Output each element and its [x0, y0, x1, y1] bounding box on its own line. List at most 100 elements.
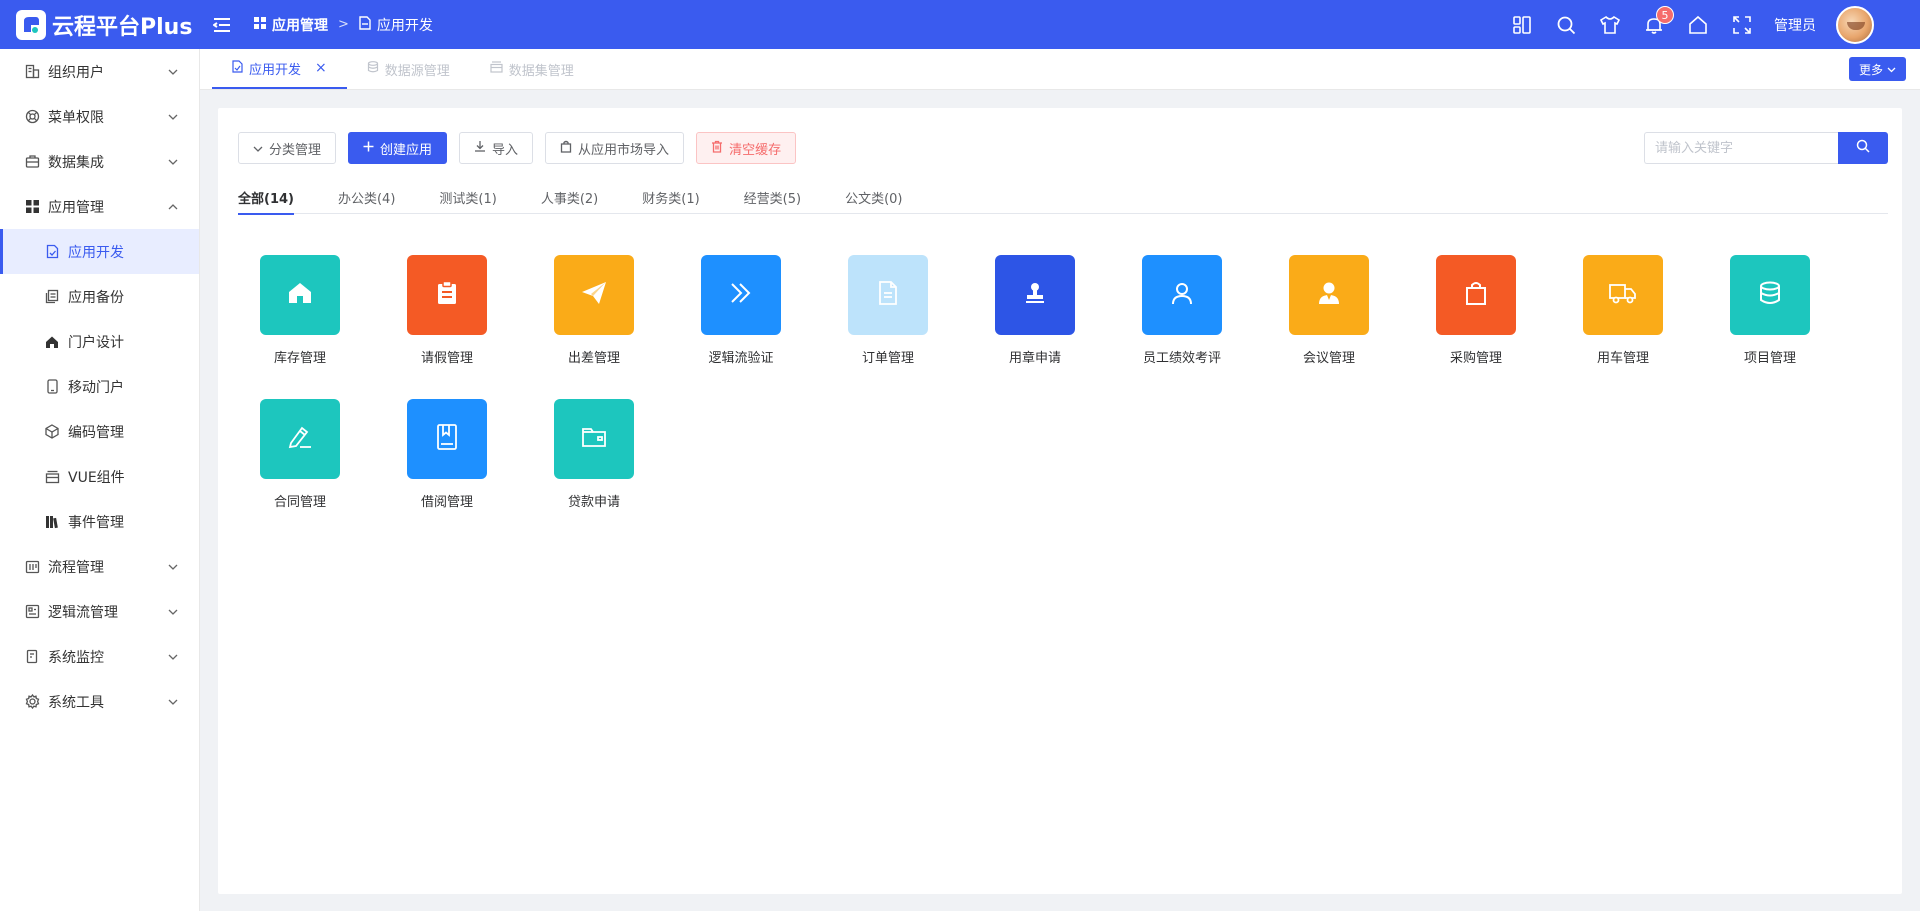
stamp-icon: [1023, 281, 1047, 309]
app-card[interactable]: 逻辑流验证: [701, 255, 848, 399]
app-card[interactable]: 采购管理: [1436, 255, 1583, 399]
app-name: 逻辑流验证: [708, 351, 774, 366]
breadcrumb-item-app-dev[interactable]: 应用开发: [359, 15, 433, 35]
shirt-icon[interactable]: [1588, 0, 1632, 49]
app-card[interactable]: 请假管理: [407, 255, 554, 399]
category-tabs: 全部(14) 办公类(4) 测试类(1) 人事类(2) 财务类(1) 经营类(5…: [238, 180, 1888, 215]
wallet-icon: [581, 426, 607, 452]
truck-icon: [1609, 282, 1637, 308]
app-card[interactable]: 出差管理: [554, 255, 701, 399]
tab-test[interactable]: 测试类(1): [439, 180, 496, 214]
search-input[interactable]: [1644, 132, 1838, 164]
sidebar-item-logic-flow-management[interactable]: 逻辑流管理: [0, 589, 199, 634]
tab-dataset-management[interactable]: 数据集管理: [470, 49, 594, 89]
import-button[interactable]: 导入: [459, 132, 534, 164]
sidebar-item-menu-permissions[interactable]: 菜单权限: [0, 94, 199, 139]
app-name: 库存管理: [273, 351, 326, 366]
sidebar-item-app-management[interactable]: 应用管理: [0, 184, 199, 229]
app-card[interactable]: 员工绩效考评: [1142, 255, 1289, 399]
chevron-down-icon: [167, 606, 179, 618]
app-name: 订单管理: [861, 351, 914, 366]
sidebar: 组织用户 菜单权限 数据集成 应用管理 应用开发 应用备份 门户设计 移动门户 …: [0, 49, 200, 911]
app-card[interactable]: 会议管理: [1289, 255, 1436, 399]
file-icon: [44, 244, 60, 260]
sidebar-item-vue-components[interactable]: VUE组件: [0, 454, 199, 499]
app-name: 请假管理: [420, 351, 473, 366]
sidebar-item-event-management[interactable]: 事件管理: [0, 499, 199, 544]
notification-badge: 5: [1656, 6, 1674, 24]
create-app-button[interactable]: 创建应用: [348, 132, 448, 164]
tab-finance[interactable]: 财务类(1): [642, 180, 699, 214]
briefcase-icon: [24, 154, 40, 170]
chevron-down-icon: [167, 111, 179, 123]
copy-icon: [44, 289, 60, 305]
gear-icon: [24, 694, 40, 710]
tab-document[interactable]: 公文类(0): [845, 180, 902, 214]
bell-icon[interactable]: 5: [1632, 0, 1676, 49]
mobile-icon: [44, 379, 60, 395]
app-card[interactable]: 借阅管理: [407, 399, 554, 543]
brand[interactable]: 云程平台Plus: [0, 0, 200, 49]
tab-all[interactable]: 全部(14): [238, 180, 294, 215]
menu-fold-icon[interactable]: [210, 13, 234, 37]
app-tile: [1289, 255, 1369, 335]
logo-icon: [16, 9, 46, 40]
app-tile: [1730, 255, 1810, 335]
chevron-down-icon: [167, 561, 179, 573]
sidebar-item-data-integration[interactable]: 数据集成: [0, 139, 199, 184]
search-button[interactable]: [1838, 132, 1888, 164]
cube-icon: [44, 424, 60, 440]
app-card[interactable]: 库存管理: [260, 255, 407, 399]
breadcrumb-item-app-management[interactable]: 应用管理: [254, 15, 328, 35]
breadcrumb-separator: >: [338, 17, 349, 32]
sidebar-item-mobile-portal[interactable]: 移动门户: [0, 364, 199, 409]
fullscreen-icon[interactable]: [1720, 0, 1764, 49]
user-name[interactable]: 管理员: [1774, 15, 1816, 35]
app-tile: [1142, 255, 1222, 335]
search-icon[interactable]: [1544, 0, 1588, 49]
tab-office[interactable]: 办公类(4): [338, 180, 395, 214]
page-tabs: 应用开发 × 数据源管理 数据集管理 更多: [200, 49, 1920, 90]
chevron-down-icon: [1887, 62, 1896, 76]
category-management-button[interactable]: 分类管理: [238, 132, 337, 164]
home-icon[interactable]: [1676, 0, 1720, 49]
app-card[interactable]: 用章申请: [995, 255, 1142, 399]
app-card[interactable]: 贷款申请: [554, 399, 701, 543]
download-icon: [474, 140, 486, 156]
layout-icon[interactable]: [1500, 0, 1544, 49]
sidebar-item-org-users[interactable]: 组织用户: [0, 49, 199, 94]
person-icon: [1317, 281, 1341, 309]
breadcrumb-label: 应用管理: [272, 17, 328, 34]
search-box: [1644, 132, 1888, 164]
app-name: 贷款申请: [567, 495, 620, 510]
sidebar-item-app-development[interactable]: 应用开发: [0, 229, 199, 274]
clear-cache-button[interactable]: 清空缓存: [696, 132, 797, 164]
sidebar-item-system-monitor[interactable]: 系统监控: [0, 634, 199, 679]
user-icon: [1170, 281, 1194, 309]
document-icon: [878, 281, 898, 309]
more-button[interactable]: 更多: [1848, 57, 1906, 81]
grid-icon: [24, 199, 40, 215]
sidebar-item-app-backup[interactable]: 应用备份: [0, 274, 199, 319]
app-name: 项目管理: [1743, 351, 1796, 366]
sidebar-item-flow-management[interactable]: 流程管理: [0, 544, 199, 589]
tab-datasource-management[interactable]: 数据源管理: [347, 49, 470, 89]
app-tile: [407, 255, 487, 335]
tab-app-development[interactable]: 应用开发 ×: [212, 49, 347, 89]
app-tile: [1583, 255, 1663, 335]
app-card[interactable]: 订单管理: [848, 255, 995, 399]
sidebar-item-portal-design[interactable]: 门户设计: [0, 319, 199, 364]
close-icon[interactable]: ×: [315, 60, 327, 76]
tab-hr[interactable]: 人事类(2): [541, 180, 598, 214]
sidebar-item-system-tools[interactable]: 系统工具: [0, 679, 199, 724]
app-card[interactable]: 合同管理: [260, 399, 407, 543]
avatar[interactable]: [1836, 5, 1874, 44]
tab-business[interactable]: 经营类(5): [744, 180, 801, 214]
plus-icon: [363, 141, 374, 156]
box-icon: [44, 469, 60, 485]
app-card[interactable]: 用车管理: [1583, 255, 1730, 399]
app-card[interactable]: 项目管理: [1730, 255, 1877, 399]
market-import-button[interactable]: 从应用市场导入: [545, 132, 685, 164]
sidebar-item-code-management[interactable]: 编码管理: [0, 409, 199, 454]
shopping-bag-icon: [560, 140, 572, 157]
